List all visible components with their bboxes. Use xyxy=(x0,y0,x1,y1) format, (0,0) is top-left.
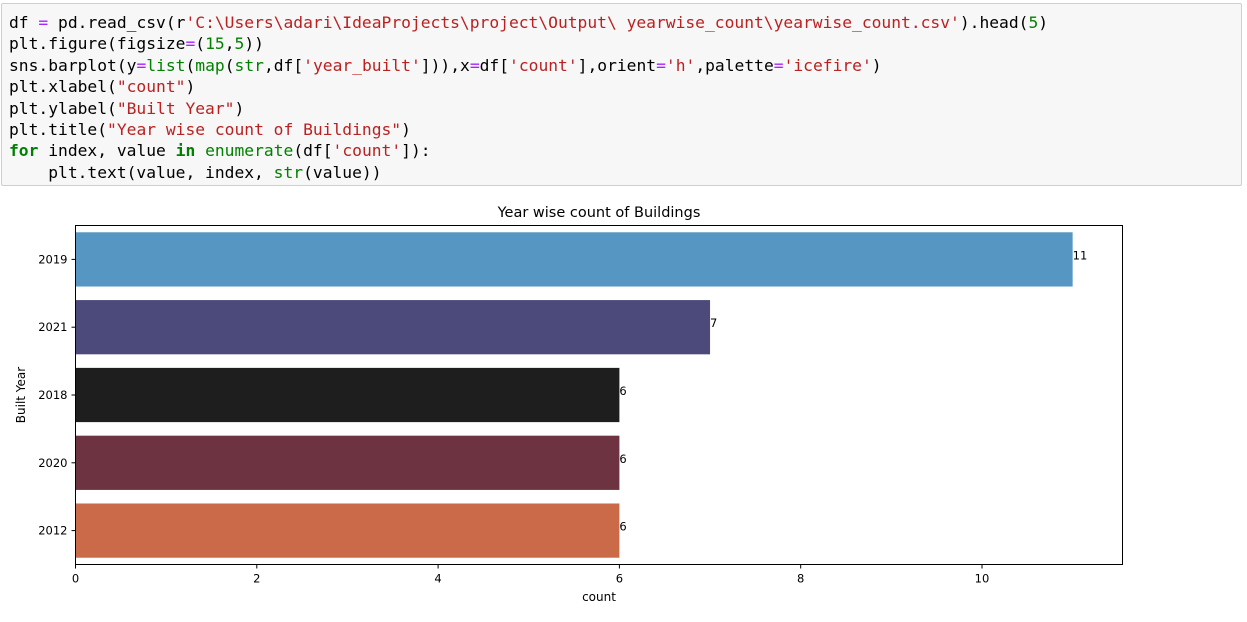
code-token: str xyxy=(234,55,264,75)
code-token: plt.ylabel( xyxy=(9,98,117,118)
bar xyxy=(75,503,620,558)
code-token: ])),x xyxy=(420,55,470,75)
x-tick-label: 0 xyxy=(72,572,79,586)
code-token: "Built Year" xyxy=(116,98,235,118)
code-line: plt.xlabel("count") xyxy=(9,77,195,96)
code-token: "count" xyxy=(116,77,186,97)
code-token: (value)) xyxy=(303,162,382,182)
code-token: 'C:\Users\adari\IdeaProjects\project\Out… xyxy=(185,13,960,32)
code-line: for index, value in enumerate(df['count'… xyxy=(9,141,431,160)
code-token: 5 xyxy=(1028,13,1039,32)
code-token: 'h' xyxy=(665,55,696,75)
code-token: )) xyxy=(244,34,264,54)
code-token: ( xyxy=(195,34,206,54)
y-axis-label: Built Year xyxy=(14,367,28,423)
code-token: plt.figure(figsize xyxy=(9,34,186,54)
y-tick-label: 2020 xyxy=(38,456,67,470)
code-token: enumerate xyxy=(205,141,294,161)
x-tick-label: 4 xyxy=(434,572,441,586)
code-token: 'count' xyxy=(509,55,578,75)
code-token: = xyxy=(469,55,480,75)
code-token: ).head( xyxy=(959,13,1029,32)
code-line: plt.figure(figsize=(15,5)) xyxy=(9,34,264,53)
code-token: = xyxy=(656,55,666,75)
chart-title: Year wise count of Buildings xyxy=(497,205,701,221)
code-token: "Year wise count of Buildings" xyxy=(107,120,402,140)
code-line: plt.ylabel("Built Year") xyxy=(9,99,244,118)
code-token: = xyxy=(136,55,147,75)
bar xyxy=(75,232,1073,287)
y-tick-label: 2012 xyxy=(38,524,67,538)
code-token: sns.barplot(y xyxy=(9,55,137,75)
code-token: ) xyxy=(185,77,196,97)
code-token: plt.title( xyxy=(9,120,108,140)
code-token: = xyxy=(773,55,784,75)
code-token: ,df[ xyxy=(263,55,304,75)
code-token: for xyxy=(9,141,39,161)
code-token: 'icefire' xyxy=(783,55,872,75)
x-tick-label: 8 xyxy=(797,572,804,586)
bar-value-label: 6 xyxy=(619,452,626,466)
code-line: plt.title("Year wise count of Buildings"… xyxy=(9,120,411,139)
code-token: ) xyxy=(234,98,245,118)
code-token: (df[ xyxy=(293,141,333,161)
code-token: ,palette xyxy=(695,55,774,75)
code-token: df xyxy=(9,13,39,32)
code-cell[interactable]: df = pd.read_csv(r'C:\Users\adari\IdeaPr… xyxy=(1,3,1242,186)
bar xyxy=(75,367,620,423)
bar xyxy=(75,435,620,490)
y-tick-label: 2019 xyxy=(38,252,67,266)
code-token: 'count' xyxy=(332,141,402,161)
code-token: ],orient xyxy=(577,55,657,75)
code-line: plt.text(value, index, str(value)) xyxy=(9,162,382,182)
x-tick-label: 2 xyxy=(253,572,260,586)
code-token: ( xyxy=(224,55,235,75)
code-line: sns.barplot(y=list(map(str,df['year_buil… xyxy=(9,56,882,75)
x-tick-label: 10 xyxy=(975,572,990,586)
code-token: df[ xyxy=(479,55,510,75)
code-token: index, value xyxy=(38,141,176,161)
bar-chart: Year wise count of Buildings count Built… xyxy=(14,205,1123,604)
code-token: pd.read_csv(r xyxy=(48,13,186,32)
y-tick-label: 2021 xyxy=(38,320,67,334)
code-line: df = pd.read_csv(r'C:\Users\adari\IdeaPr… xyxy=(9,13,1048,32)
y-tick-label: 2018 xyxy=(38,388,67,402)
code-token: ) xyxy=(401,120,411,140)
code-token: ) xyxy=(871,55,882,75)
code-token: ) xyxy=(1038,13,1049,32)
code-token: 'year_built' xyxy=(303,55,421,75)
code-token: 5 xyxy=(234,34,245,54)
bar-value-label: 7 xyxy=(710,316,717,330)
code-token: list xyxy=(146,55,186,75)
code-token: in xyxy=(175,141,196,161)
cell-output: Year wise count of Buildings count Built… xyxy=(0,195,1247,622)
bar-value-label: 6 xyxy=(619,384,626,398)
code-token: plt.text(value, index, xyxy=(9,162,274,182)
code-token: = xyxy=(38,13,49,32)
code-token: , xyxy=(224,34,235,54)
bar xyxy=(75,300,711,355)
bar-value-label: 6 xyxy=(619,520,626,534)
code-token: str xyxy=(273,162,304,182)
code-token: plt.xlabel( xyxy=(9,77,117,97)
x-tick-label: 6 xyxy=(616,572,623,586)
code-token: ]): xyxy=(401,141,431,161)
code-token: 15 xyxy=(205,34,225,54)
code-editor[interactable]: df = pd.read_csv(r'C:\Users\adari\IdeaPr… xyxy=(9,12,1048,183)
code-token: map xyxy=(195,55,225,75)
code-token: = xyxy=(185,34,196,54)
code-token: ( xyxy=(185,55,196,75)
x-axis-label: count xyxy=(582,590,616,604)
bar-value-label: 11 xyxy=(1073,248,1088,262)
